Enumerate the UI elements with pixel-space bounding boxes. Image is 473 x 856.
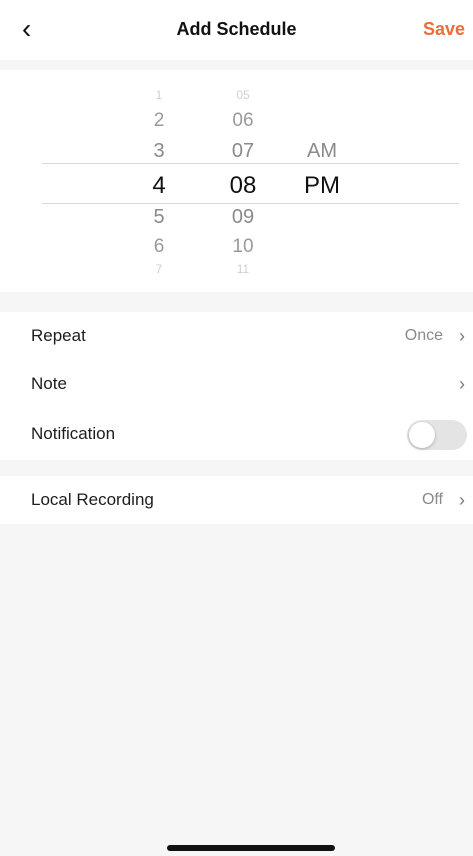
notification-toggle[interactable] bbox=[407, 420, 467, 450]
period-option[interactable]: AM bbox=[287, 140, 357, 163]
repeat-value: Once bbox=[404, 327, 443, 344]
local-recording-label: Local Recording bbox=[31, 490, 154, 509]
chevron-right-icon: › bbox=[459, 374, 465, 394]
minute-option[interactable]: 06 bbox=[208, 110, 278, 132]
save-button[interactable]: Save bbox=[423, 19, 465, 40]
minute-option[interactable]: 11 bbox=[208, 262, 278, 276]
repeat-label: Repeat bbox=[31, 326, 86, 345]
recording-group: Local Recording Off › bbox=[0, 476, 473, 524]
period-option[interactable]: PM bbox=[287, 172, 357, 200]
hour-option[interactable]: 4 bbox=[124, 172, 194, 200]
hour-option[interactable]: 2 bbox=[124, 110, 194, 132]
local-recording-row[interactable]: Local Recording Off › bbox=[0, 476, 473, 524]
minute-option[interactable]: 10 bbox=[208, 236, 278, 258]
home-indicator bbox=[167, 845, 335, 851]
chevron-right-icon: › bbox=[459, 326, 465, 346]
note-row[interactable]: Note › bbox=[0, 360, 473, 408]
time-picker[interactable]: 1 2 3 4 5 6 7 05 06 07 08 09 10 11 AM PM bbox=[0, 70, 473, 292]
minute-option[interactable]: 08 bbox=[208, 172, 278, 200]
note-label: Note bbox=[31, 374, 67, 393]
minute-option[interactable]: 05 bbox=[208, 88, 278, 102]
chevron-right-icon: › bbox=[459, 490, 465, 510]
local-recording-value: Off bbox=[421, 491, 443, 508]
hour-option[interactable]: 1 bbox=[124, 88, 194, 102]
hour-wheel[interactable]: 1 2 3 4 5 6 7 bbox=[124, 70, 194, 292]
hour-option[interactable]: 6 bbox=[124, 236, 194, 258]
minute-wheel[interactable]: 05 06 07 08 09 10 11 bbox=[208, 70, 278, 292]
toggle-knob bbox=[409, 422, 435, 448]
notification-row: Notification bbox=[0, 410, 473, 458]
hour-option[interactable]: 5 bbox=[124, 206, 194, 229]
top-bar: ‹ Add Schedule Save bbox=[0, 0, 473, 60]
minute-option[interactable]: 09 bbox=[208, 206, 278, 229]
hour-option[interactable]: 3 bbox=[124, 140, 194, 163]
page-title: Add Schedule bbox=[176, 19, 297, 39]
notification-label: Notification bbox=[31, 424, 116, 443]
period-wheel[interactable]: AM PM bbox=[287, 70, 357, 292]
settings-group: Repeat Once › Note › Notification bbox=[0, 312, 473, 460]
repeat-row[interactable]: Repeat Once › bbox=[0, 312, 473, 360]
hour-option[interactable]: 7 bbox=[124, 262, 194, 276]
minute-option[interactable]: 07 bbox=[208, 140, 278, 163]
